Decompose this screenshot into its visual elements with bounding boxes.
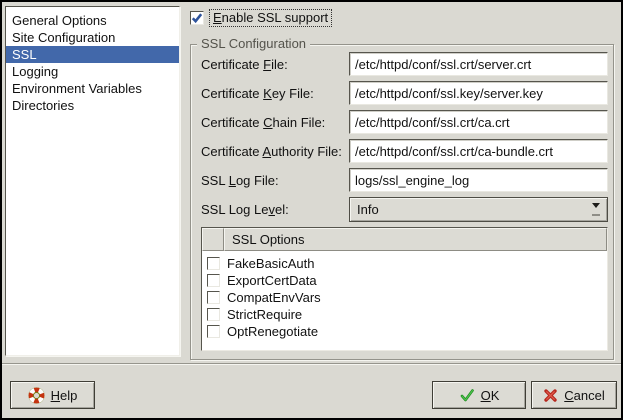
option-label: OptRenegotiate — [227, 324, 318, 339]
ssl-log-file-label: SSL Log File: — [201, 173, 349, 188]
ssl-options-checkbox-column-header[interactable] — [202, 228, 224, 251]
certificate-chain-file-input[interactable] — [349, 110, 608, 134]
optrenegotiate-checkbox[interactable] — [207, 325, 220, 338]
certificate-file-input[interactable] — [349, 52, 608, 76]
ssl-log-level-dropdown[interactable]: Info — [349, 197, 608, 222]
certificate-chain-file-label: Certificate Chain File: — [201, 115, 349, 130]
frame-title: SSL Configuration — [197, 36, 310, 51]
life-buoy-icon — [28, 387, 45, 404]
ssl-log-level-value: Info — [357, 202, 379, 217]
httpd-ssl-settings-window: General Options Site Configuration SSL L… — [0, 0, 623, 420]
ssl-configuration-frame: SSL Configuration Certificate File: Cert… — [190, 44, 614, 360]
table-row[interactable]: StrictRequire — [202, 306, 607, 323]
option-label: StrictRequire — [227, 307, 302, 322]
exportcertdata-checkbox[interactable] — [207, 274, 220, 287]
option-label: CompatEnvVars — [227, 290, 321, 305]
certificate-file-row: Certificate File: — [201, 52, 608, 76]
sidebar-item-logging[interactable]: Logging — [6, 63, 179, 80]
category-list: General Options Site Configuration SSL L… — [5, 6, 180, 356]
strictrequire-checkbox[interactable] — [207, 308, 220, 321]
ok-button-label: OK — [481, 388, 500, 403]
sidebar-item-environment-variables[interactable]: Environment Variables — [6, 80, 179, 97]
enable-ssl-label[interactable]: Enable SSL support — [209, 9, 332, 27]
cancel-button-label: Cancel — [564, 388, 604, 403]
option-label: FakeBasicAuth — [227, 256, 314, 271]
sidebar-item-site-configuration[interactable]: Site Configuration — [6, 29, 179, 46]
sidebar-item-general-options[interactable]: General Options — [6, 12, 179, 29]
compatenvvars-checkbox[interactable] — [207, 291, 220, 304]
certificate-file-label: Certificate File: — [201, 57, 349, 72]
ok-button[interactable]: OK — [432, 381, 526, 409]
help-button-label: Help — [51, 388, 78, 403]
ssl-options-table: SSL Options FakeBasicAuth ExportCertData — [201, 227, 608, 351]
table-row[interactable]: CompatEnvVars — [202, 289, 607, 306]
ssl-log-level-label: SSL Log Level: — [201, 202, 349, 217]
option-label: ExportCertData — [227, 273, 317, 288]
sidebar-item-directories[interactable]: Directories — [6, 97, 179, 114]
table-row[interactable]: ExportCertData — [202, 272, 607, 289]
ssl-options-column-header[interactable]: SSL Options — [224, 228, 607, 251]
ssl-log-file-row: SSL Log File: — [201, 168, 608, 192]
certificate-key-file-input[interactable] — [349, 81, 608, 105]
ssl-log-file-input[interactable] — [349, 168, 608, 192]
certificate-authority-file-input[interactable] — [349, 139, 608, 163]
ssl-log-level-row: SSL Log Level: Info — [201, 197, 608, 221]
bottom-separator — [2, 363, 621, 365]
certificate-authority-file-label: Certificate Authority File: — [201, 144, 349, 159]
certificate-key-file-row: Certificate Key File: — [201, 81, 608, 105]
x-icon — [543, 388, 558, 403]
enable-ssl-checkbox[interactable] — [190, 11, 204, 25]
chevron-down-icon — [586, 200, 605, 219]
table-row[interactable]: OptRenegotiate — [202, 323, 607, 340]
table-row[interactable]: FakeBasicAuth — [202, 255, 607, 272]
fakebasicauth-checkbox[interactable] — [207, 257, 220, 270]
help-button[interactable]: Help — [10, 381, 95, 409]
ssl-options-table-body: FakeBasicAuth ExportCertData CompatEnvVa… — [202, 251, 607, 340]
certificate-key-file-label: Certificate Key File: — [201, 86, 349, 101]
enable-ssl-row: Enable SSL support — [190, 9, 332, 27]
check-icon — [459, 387, 475, 403]
sidebar-item-ssl[interactable]: SSL — [6, 46, 179, 63]
certificate-authority-file-row: Certificate Authority File: — [201, 139, 608, 163]
check-icon — [191, 12, 203, 24]
certificate-chain-file-row: Certificate Chain File: — [201, 110, 608, 134]
cancel-button[interactable]: Cancel — [531, 381, 617, 409]
ssl-form: Certificate File: Certificate Key File: … — [201, 52, 608, 226]
ssl-options-table-header: SSL Options — [202, 228, 607, 251]
